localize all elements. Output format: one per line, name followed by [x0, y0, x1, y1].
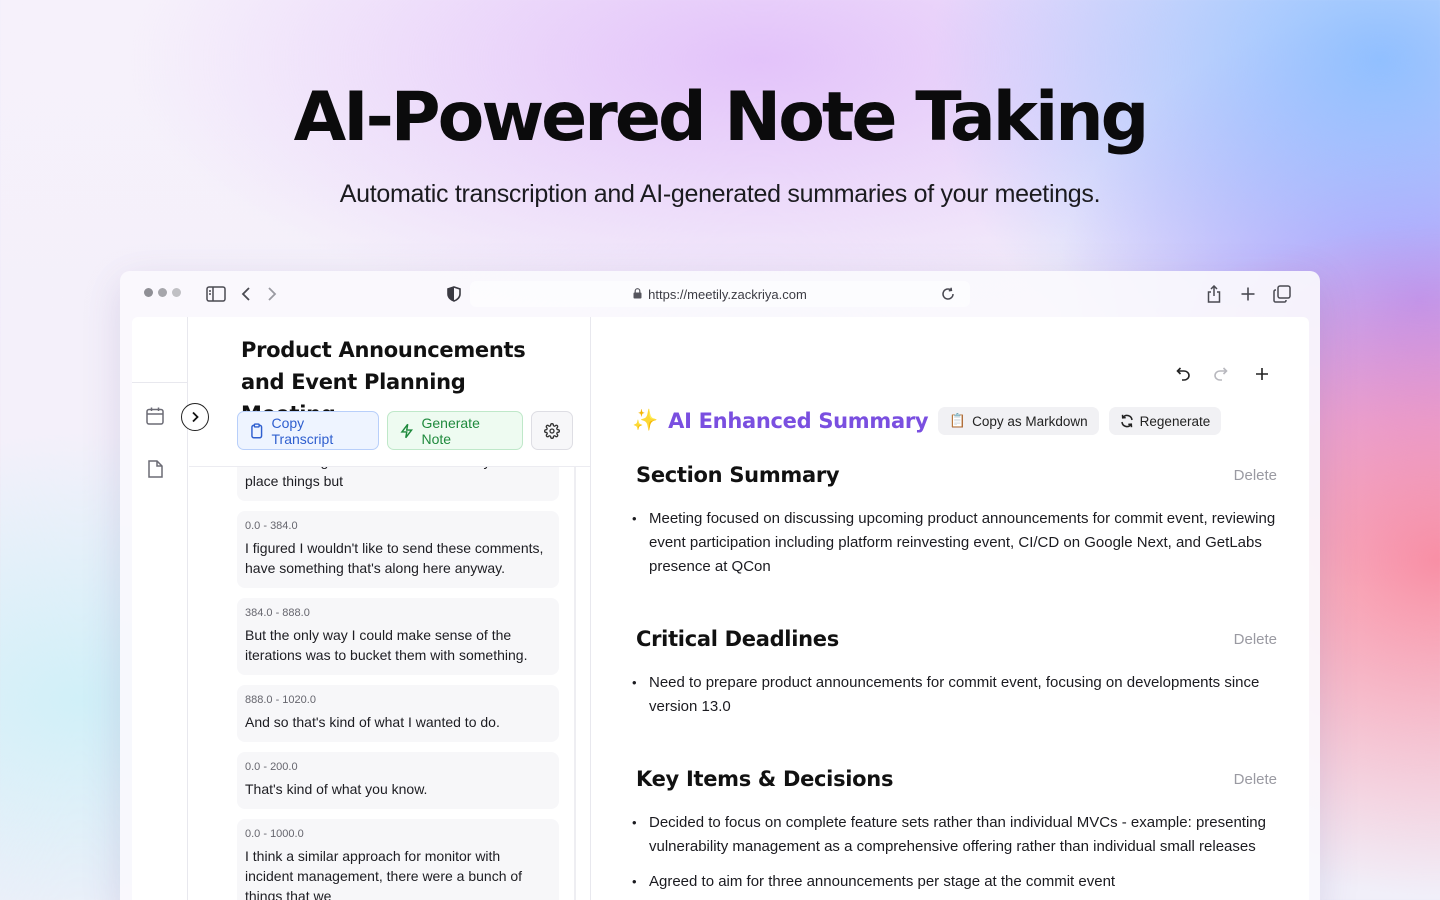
lock-icon — [633, 287, 642, 302]
undo-icon[interactable] — [1171, 363, 1193, 385]
transcript-item[interactable]: 0.0 - 1000.0 I think a similar approach … — [237, 819, 559, 900]
section-bullets: Decided to focus on complete feature set… — [632, 811, 1277, 894]
transcript-time: 888.0 - 1020.0 — [245, 694, 316, 706]
bullet-item[interactable]: Agreed to aim for three announcements pe… — [632, 870, 1277, 894]
tabs-overview-icon[interactable] — [1271, 283, 1293, 305]
section-bullets: Meeting focused on discussing upcoming p… — [632, 507, 1277, 579]
generate-note-label: Generate Note — [421, 414, 480, 447]
copy-transcript-button[interactable]: Copy Transcript — [237, 411, 379, 450]
section-title[interactable]: Critical Deadlines — [636, 627, 1277, 651]
bullet-item[interactable]: Decided to focus on complete feature set… — [632, 811, 1277, 859]
transcript-item[interactable]: 888.0 - 1020.0 And so that's kind of wha… — [237, 685, 559, 742]
delete-section-button[interactable]: Delete — [1234, 771, 1277, 788]
sidebar-rail — [132, 317, 188, 900]
document-icon[interactable] — [145, 459, 167, 481]
bullet-item[interactable]: Meeting focused on discussing upcoming p… — [632, 507, 1277, 579]
bullet-item[interactable]: Need to prepare product announcements fo… — [632, 671, 1277, 719]
transcript-scrollbar[interactable] — [574, 467, 576, 900]
transcript-item[interactable]: 0.0 - 200.0 That's kind of what you know… — [237, 752, 559, 809]
transcript-time: 0.0 - 1000.0 — [245, 828, 304, 840]
app-viewport: Product Announcements and Event Planning… — [132, 317, 1309, 900]
sparkle-icon: ✨ — [632, 409, 659, 432]
clipboard-icon: 📋 — [949, 413, 967, 428]
back-icon[interactable] — [235, 283, 257, 305]
settings-button[interactable] — [531, 411, 573, 450]
copy-transcript-label: Copy Transcript — [271, 414, 334, 447]
delete-section-button[interactable]: Delete — [1234, 467, 1277, 484]
transcript-text: I think a similar approach for monitor w… — [245, 848, 523, 900]
summary-section: Key Items & Decisions Delete Decided to … — [632, 767, 1277, 900]
transcript-header: Product Announcements and Event Planning… — [189, 317, 590, 467]
sidebar-toggle-icon[interactable] — [205, 283, 227, 305]
transcript-item[interactable]: 384.0 - 888.0 But the only way I could m… — [237, 598, 559, 675]
transcript-panel: Product Announcements and Event Planning… — [189, 317, 591, 900]
section-title[interactable]: Key Items & Decisions — [636, 767, 1277, 791]
transcript-text: I figured I wouldn't like to send these … — [245, 540, 544, 576]
regenerate-label: Regenerate — [1139, 413, 1211, 429]
redo-icon[interactable] — [1211, 363, 1233, 385]
calendar-icon[interactable] — [145, 406, 167, 428]
share-icon[interactable] — [1203, 283, 1225, 305]
transcript-text: But the only way I could make sense of t… — [245, 627, 528, 663]
expand-sidebar-button[interactable] — [181, 403, 209, 431]
section-bullets: Need to prepare product announcements fo… — [632, 671, 1277, 719]
transcript-list[interactable]: three exciting level I wasn't sure exact… — [237, 447, 559, 900]
generate-note-button[interactable]: Generate Note — [387, 411, 523, 450]
summary-section: Critical Deadlines Delete Need to prepar… — [632, 627, 1277, 730]
url-text: https://meetily.zackriya.com — [648, 286, 807, 302]
summary-section: Section Summary Delete Meeting focused o… — [632, 463, 1277, 590]
browser-toolbar: https://meetily.zackriya.com — [120, 271, 1320, 317]
lightning-icon — [400, 423, 414, 438]
transcript-time: 384.0 - 888.0 — [245, 607, 310, 619]
hero-title: AI-Powered Note Taking — [293, 78, 1150, 157]
copy-markdown-button[interactable]: 📋 Copy as Markdown — [938, 407, 1099, 435]
transcript-time: 0.0 - 384.0 — [245, 520, 298, 532]
window-controls[interactable] — [144, 288, 181, 297]
editor-toolbar — [1171, 363, 1273, 385]
chevron-right-icon — [192, 411, 199, 423]
transcript-text: And so that's kind of what I wanted to d… — [245, 714, 500, 730]
transcript-item[interactable]: 0.0 - 384.0 I figured I wouldn't like to… — [237, 511, 559, 588]
clipboard-icon — [251, 422, 263, 438]
summary-panel: ✨ AI Enhanced Summary 📋 Copy as Markdown… — [592, 317, 1309, 900]
regenerate-button[interactable]: Regenerate — [1108, 407, 1222, 435]
add-icon[interactable] — [1251, 363, 1273, 385]
transcript-time: 0.0 - 200.0 — [245, 761, 298, 773]
transcript-text: That's kind of what you know. — [245, 781, 428, 797]
delete-section-button[interactable]: Delete — [1234, 631, 1277, 648]
browser-window: https://meetily.zackriya.com Product Ann… — [120, 271, 1320, 900]
address-bar[interactable]: https://meetily.zackriya.com — [470, 281, 970, 307]
shield-icon[interactable] — [443, 283, 465, 305]
gear-icon — [544, 422, 560, 439]
hero-subtitle: Automatic transcription and AI-generated… — [339, 180, 1101, 208]
refresh-icon — [1120, 414, 1133, 428]
summary-title: AI Enhanced Summary — [668, 409, 929, 433]
copy-markdown-label: Copy as Markdown — [972, 413, 1088, 429]
new-tab-icon[interactable] — [1237, 283, 1259, 305]
summary-header: ✨ AI Enhanced Summary 📋 Copy as Markdown… — [632, 407, 1222, 435]
section-title[interactable]: Section Summary — [636, 463, 1277, 487]
forward-icon[interactable] — [261, 283, 283, 305]
reload-icon[interactable] — [937, 283, 959, 305]
